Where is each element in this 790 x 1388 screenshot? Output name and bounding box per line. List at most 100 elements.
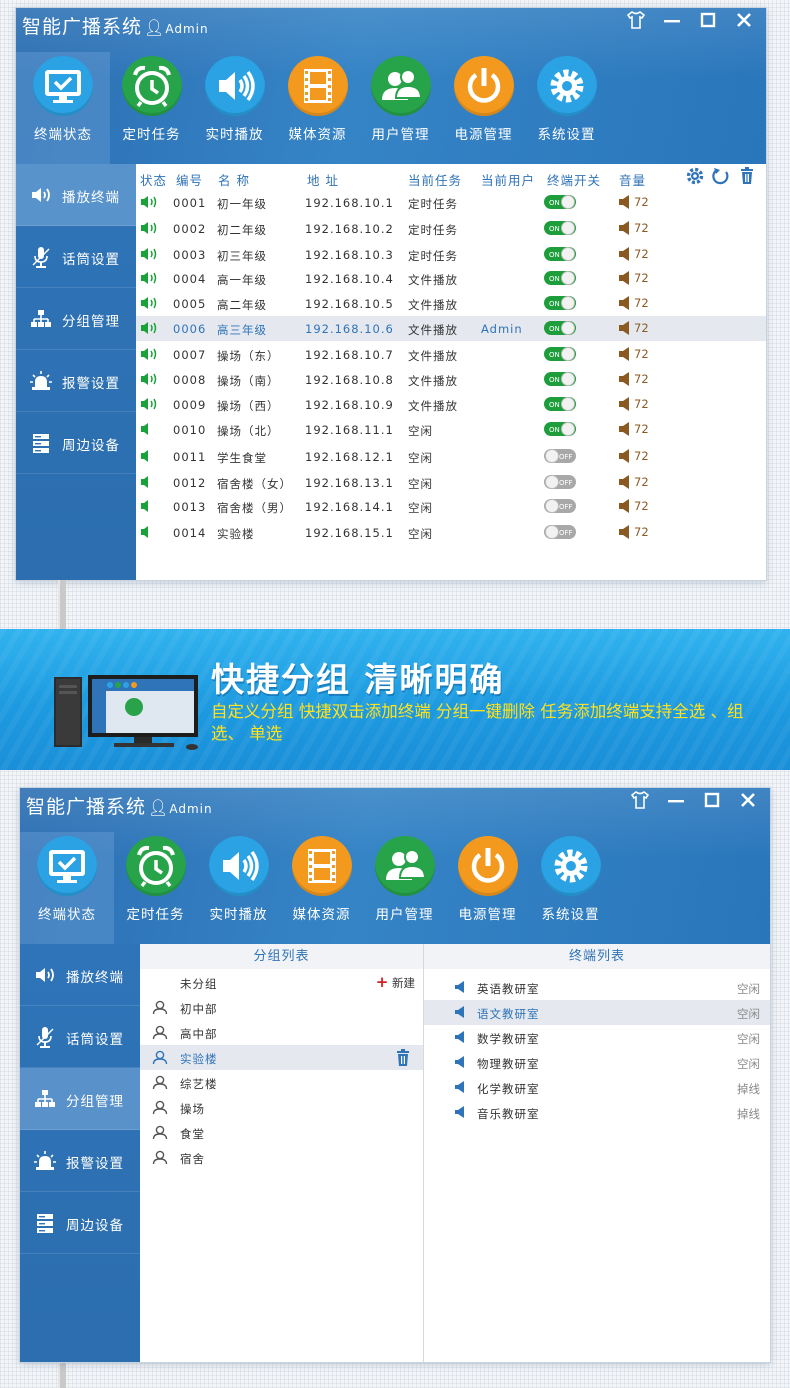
col-user[interactable]: 当前用户 [481,170,535,189]
col-task[interactable]: 当前任务 [408,170,462,189]
group-list-item[interactable]: 食堂 [140,1120,423,1145]
nav-item-power[interactable]: 电源管理 [446,832,529,944]
power-switch-on[interactable]: ON [544,371,576,387]
sidebar-item-server[interactable]: 周边设备 [16,412,136,474]
settings-icon[interactable] [685,166,705,186]
volume-icon[interactable] [618,321,632,338]
table-row[interactable]: 0014 实验楼 192.168.15.1 空闲 OFF 72 [136,520,766,545]
table-row[interactable]: 0003 初三年级 192.168.10.3 定时任务 ON 72 [136,242,766,267]
terminal-list-item[interactable]: 英语教研室 空闲 [424,975,770,1000]
terminal-list-item[interactable]: 化学教研室 掉线 [424,1075,770,1100]
volume-icon[interactable] [618,195,632,212]
minimize-icon[interactable] [660,10,684,35]
volume-icon[interactable] [618,475,632,492]
table-row[interactable]: 0005 高二年级 192.168.10.5 文件播放 ON 72 [136,291,766,316]
power-switch-on[interactable]: ON [544,346,576,362]
volume-icon[interactable] [618,221,632,238]
table-row[interactable]: 0013 宿舍楼（男） 192.168.14.1 空闲 OFF 72 [136,494,766,519]
table-row[interactable]: 0008 操场（南） 192.168.10.8 文件播放 ON 72 [136,367,766,392]
col-switch[interactable]: 终端开关 [547,170,601,189]
group-list-item[interactable]: 初中部 [140,995,423,1020]
table-row[interactable]: 0009 操场（西） 192.168.10.9 文件播放 ON 72 [136,392,766,417]
col-volume[interactable]: 音量 [619,170,646,189]
table-row[interactable]: 0001 初一年级 192.168.10.1 定时任务 ON 72 [136,190,766,215]
table-row[interactable]: 0011 学生食堂 192.168.12.1 空闲 OFF 72 [136,444,766,469]
col-status[interactable]: 状态 [140,170,167,189]
power-switch-on[interactable]: ON [544,194,576,210]
power-switch-on[interactable]: ON [544,246,576,262]
nav-item-film[interactable]: 媒体资源 [280,832,363,944]
sidebar-item-alarm-light[interactable]: 报警设置 [20,1130,140,1192]
maximize-icon[interactable] [696,10,720,35]
maximize-icon[interactable] [700,790,724,815]
nav-item-film[interactable]: 媒体资源 [276,52,359,164]
power-switch-on[interactable]: ON [544,220,576,236]
sidebar-item-alarm-light[interactable]: 报警设置 [16,350,136,412]
sidebar-item-group-tree[interactable]: 分组管理 [16,288,136,350]
nav-item-monitor[interactable]: 终端状态 [20,832,114,944]
nav-item-users[interactable]: 用户管理 [359,52,442,164]
nav-item-power[interactable]: 电源管理 [442,52,525,164]
table-row[interactable]: 0010 操场（北） 192.168.11.1 空闲 ON 72 [136,417,766,442]
nav-item-alarm-clock[interactable]: 定时任务 [110,52,193,164]
new-group-button[interactable]: + 新建 [376,975,415,991]
sidebar-item-microphone[interactable]: 话筒设置 [20,1006,140,1068]
terminal-list-item[interactable]: 音乐教研室 掉线 [424,1100,770,1125]
power-switch-off[interactable]: OFF [544,448,576,464]
nav-item-speaker[interactable]: 实时播放 [197,832,280,944]
power-switch-on[interactable]: ON [544,396,576,412]
close-icon[interactable] [732,10,756,35]
col-name[interactable]: 名 称 [218,170,250,189]
table-row[interactable]: 0004 高一年级 192.168.10.4 文件播放 ON 72 [136,266,766,291]
table-row[interactable]: 0007 操场（东） 192.168.10.7 文件播放 ON 72 [136,342,766,367]
sidebar-item-speaker[interactable]: 播放终端 [20,944,140,1006]
terminal-list-item[interactable]: 物理教研室 空闲 [424,1050,770,1075]
power-switch-on[interactable]: ON [544,295,576,311]
terminal-list-item[interactable]: 数学教研室 空闲 [424,1025,770,1050]
ungrouped-row[interactable]: 未分组 + 新建 [140,970,423,995]
group-list-item[interactable]: 宿舍 [140,1145,423,1170]
sidebar-item-microphone[interactable]: 话筒设置 [16,226,136,288]
group-list-item[interactable]: 高中部 [140,1020,423,1045]
nav-item-alarm-clock[interactable]: 定时任务 [114,832,197,944]
table-row[interactable]: 0006 高三年级 192.168.10.6 文件播放 Admin ON 72 [136,316,766,341]
nav-item-monitor[interactable]: 终端状态 [16,52,110,164]
group-list-item[interactable]: 实验楼 [140,1045,423,1070]
volume-icon[interactable] [618,247,632,264]
nav-item-speaker[interactable]: 实时播放 [193,52,276,164]
table-row[interactable]: 0002 初二年级 192.168.10.2 定时任务 ON 72 [136,216,766,241]
sidebar-item-group-tree[interactable]: 分组管理 [20,1068,140,1130]
volume-icon[interactable] [618,296,632,313]
nav-item-users[interactable]: 用户管理 [363,832,446,944]
power-switch-on[interactable]: ON [544,421,576,437]
sidebar-item-server[interactable]: 周边设备 [20,1192,140,1254]
volume-icon[interactable] [618,449,632,466]
power-switch-off[interactable]: OFF [544,474,576,490]
minimize-icon[interactable] [664,790,688,815]
volume-icon[interactable] [618,397,632,414]
table-row[interactable]: 0012 宿舍楼（女） 192.168.13.1 空闲 OFF 72 [136,470,766,495]
shirt-icon[interactable] [628,790,652,815]
power-switch-off[interactable]: OFF [544,524,576,540]
nav-item-gear[interactable]: 系统设置 [525,52,608,164]
close-icon[interactable] [736,790,760,815]
volume-icon[interactable] [618,525,632,542]
delete-icon[interactable] [737,166,757,186]
terminal-list-item[interactable]: 语文教研室 空闲 [424,1000,770,1025]
group-list-item[interactable]: 综艺楼 [140,1070,423,1095]
power-switch-off[interactable]: OFF [544,498,576,514]
power-switch-on[interactable]: ON [544,270,576,286]
volume-icon[interactable] [618,347,632,364]
nav-item-gear[interactable]: 系统设置 [529,832,612,944]
power-switch-on[interactable]: ON [544,320,576,336]
sidebar-item-speaker[interactable]: 播放终端 [16,164,136,226]
delete-group-icon[interactable] [395,1049,411,1069]
col-id[interactable]: 编号 [176,170,203,189]
shirt-icon[interactable] [624,10,648,35]
volume-icon[interactable] [618,271,632,288]
volume-icon[interactable] [618,422,632,439]
volume-icon[interactable] [618,372,632,389]
group-list-item[interactable]: 操场 [140,1095,423,1120]
col-address[interactable]: 地 址 [307,170,339,189]
refresh-icon[interactable] [711,166,731,186]
